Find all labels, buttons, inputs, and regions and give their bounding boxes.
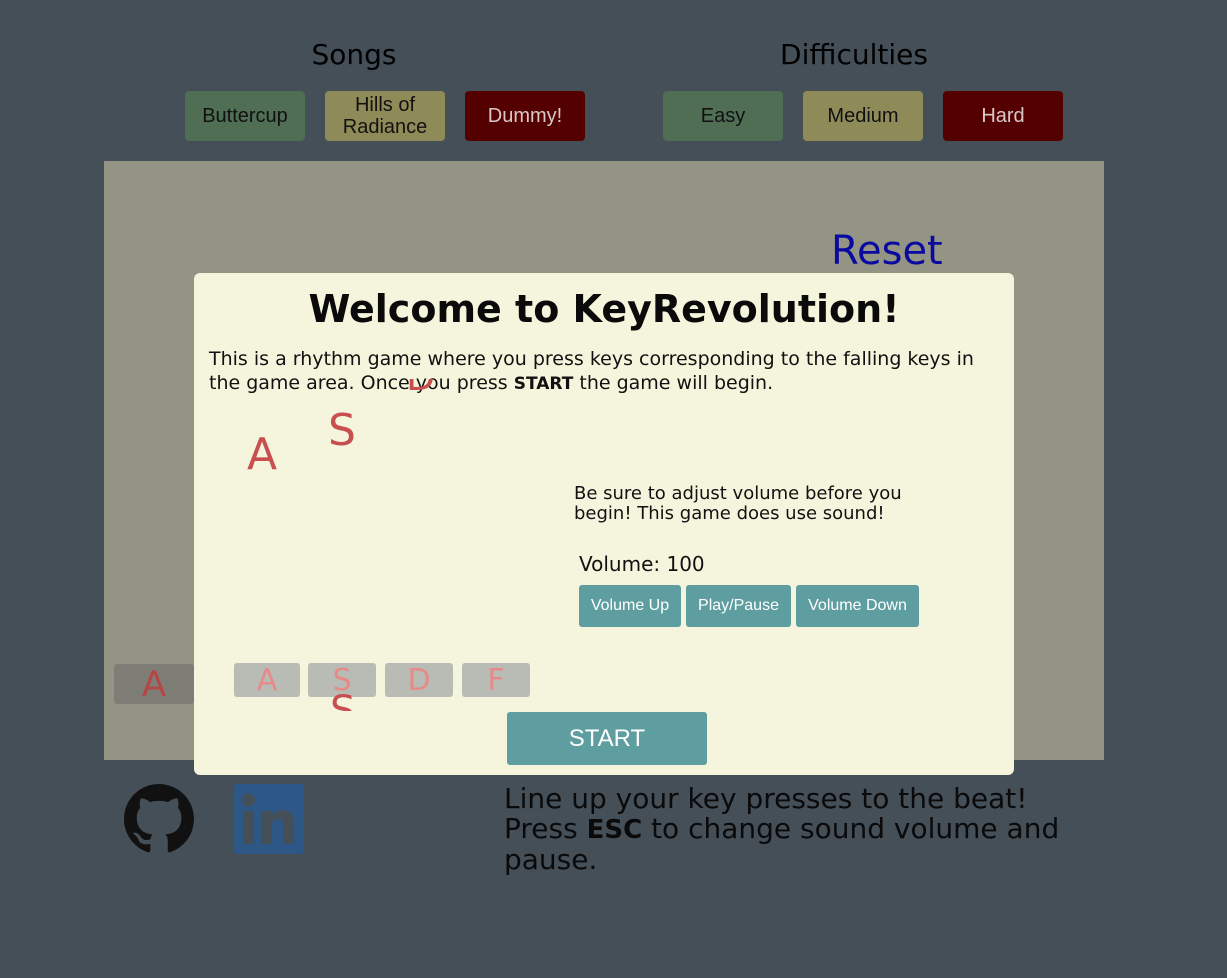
play-pause-button[interactable]: Play/Pause — [686, 585, 791, 627]
footer-instructions: Line up your key presses to the beat! Pr… — [504, 784, 1104, 875]
footer-line-2: Press ESC to change sound volume and pau… — [504, 814, 1104, 875]
songs-heading: Songs — [311, 38, 397, 71]
volume-up-button[interactable]: Volume Up — [579, 585, 681, 627]
falling-key-s-lower: S — [330, 688, 356, 711]
volume-note: Be sure to adjust volume before you begi… — [574, 483, 902, 524]
target-key-a: A — [234, 663, 300, 698]
song-button-buttercup[interactable]: Buttercup — [185, 91, 305, 141]
modal-description-start: START — [513, 374, 574, 394]
song-button-dummy[interactable]: Dummy! — [465, 91, 585, 141]
github-icon-graphic — [124, 784, 194, 853]
welcome-modal: Welcome to KeyRevolution! This is a rhyt… — [194, 273, 1014, 775]
difficulty-button-hard[interactable]: Hard — [943, 91, 1063, 141]
modal-title: Welcome to KeyRevolution! — [308, 287, 900, 331]
reset-button[interactable]: Reset — [831, 228, 943, 274]
modal-description: This is a rhythm game where you press ke… — [209, 347, 1009, 396]
footer-press: Press — [504, 812, 587, 845]
footer-esc-key: ESC — [586, 815, 643, 845]
start-button[interactable]: START — [507, 712, 707, 765]
target-key-f: F — [462, 663, 530, 698]
background-key-a: A — [114, 664, 194, 705]
falling-key-a: A — [247, 429, 278, 480]
modal-description-end: the game will begin. — [573, 372, 774, 394]
linkedin-icon-graphic — [234, 784, 304, 854]
difficulties-heading: Difficulties — [780, 38, 928, 71]
target-key-d: D — [385, 663, 453, 698]
footer-line-1: Line up your key presses to the beat! — [504, 782, 1028, 815]
github-icon[interactable] — [124, 784, 194, 854]
difficulty-button-medium[interactable]: Medium — [803, 91, 923, 141]
falling-key-s: S — [328, 405, 356, 456]
volume-label: Volume: 100 — [579, 552, 705, 576]
volume-down-button[interactable]: Volume Down — [796, 585, 919, 627]
linkedin-icon[interactable] — [234, 784, 304, 854]
difficulty-button-easy[interactable]: Easy — [663, 91, 783, 141]
song-button-hills-of-radiance[interactable]: Hills of Radiance — [325, 91, 445, 141]
